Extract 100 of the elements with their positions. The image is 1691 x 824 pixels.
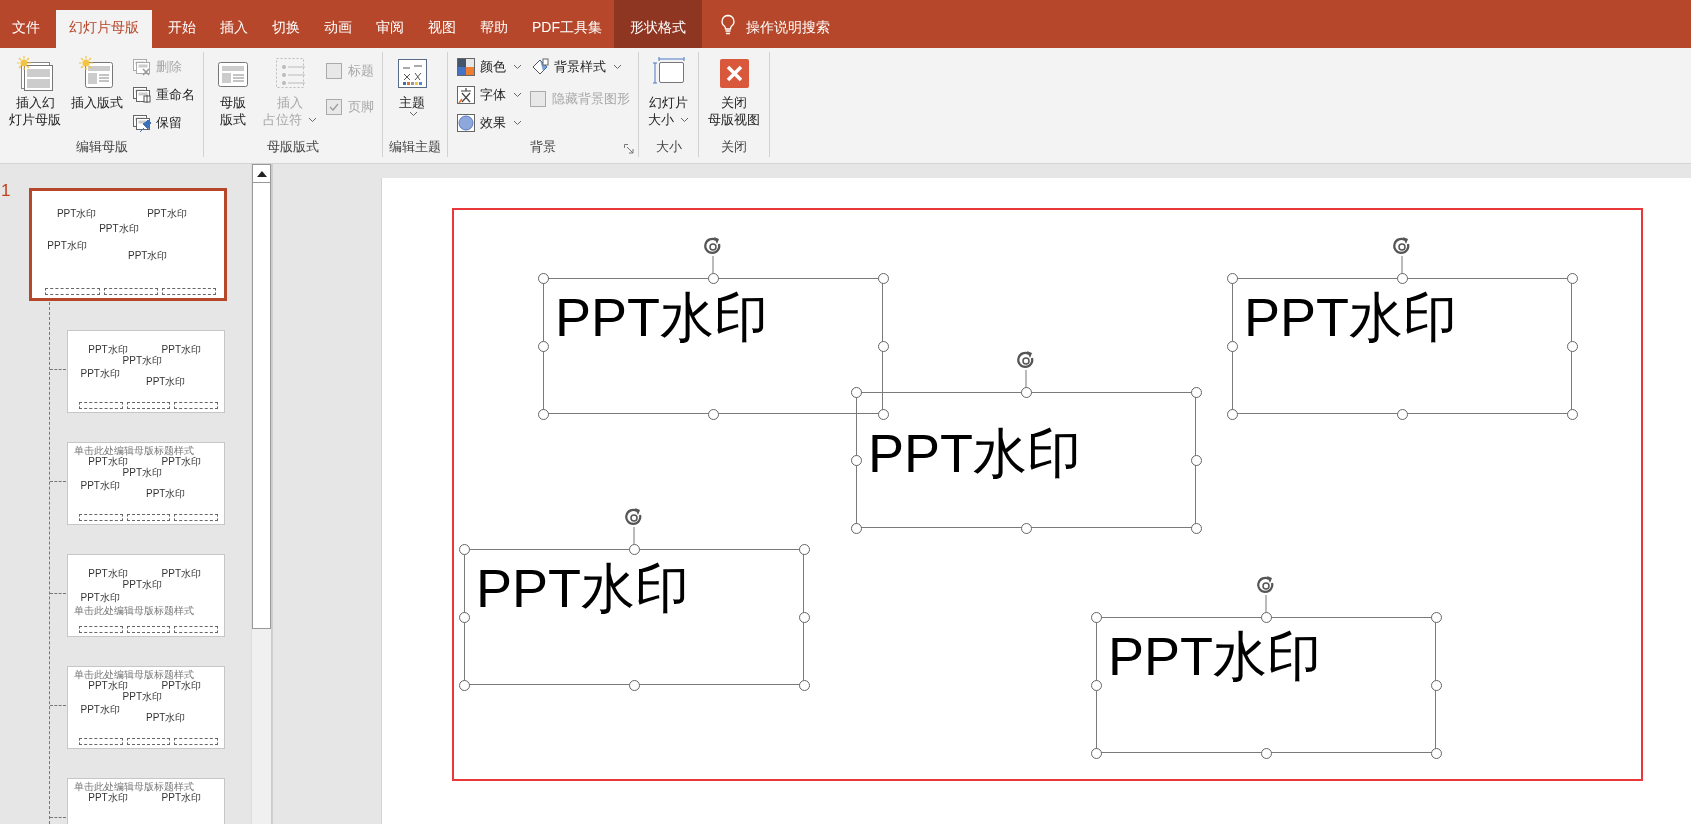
resize-handle[interactable] <box>459 612 470 623</box>
ribbon-tab[interactable]: 插入 <box>208 10 260 48</box>
resize-handle[interactable] <box>1191 523 1202 534</box>
ribbon-button[interactable]: 重命名 <box>130 82 197 108</box>
slide-thumbnail[interactable]: 单击此处编辑母版标题样式 PPT水印 PPT水印 PPT水印 PPT水印 PPT水印 <box>67 666 225 749</box>
resize-handle[interactable] <box>1567 273 1578 284</box>
resize-handle[interactable] <box>538 273 549 284</box>
resize-handle[interactable] <box>1567 409 1578 420</box>
footer-placeholder <box>126 738 171 745</box>
ribbon-tab[interactable]: 审阅 <box>364 10 416 48</box>
dialog-launcher-icon[interactable] <box>624 144 634 154</box>
resize-handle[interactable] <box>799 544 810 555</box>
thumbnail-watermark: PPT水印 <box>88 567 128 579</box>
slide-thumbnail[interactable]: PPT水印 PPT水印 PPT水印 PPT水印 PPT水印 <box>67 330 225 413</box>
resize-handle[interactable] <box>1021 523 1032 534</box>
resize-handle[interactable] <box>1261 748 1272 759</box>
text-box[interactable]: PPT水印 <box>1096 617 1436 753</box>
resize-handle[interactable] <box>1091 680 1102 691</box>
resize-handle[interactable] <box>1191 455 1202 466</box>
slide-thumbnail[interactable]: 单击此处编辑母版标题样式 PPT水印 PPT水印 PPT水印 PPT水印 PPT水印 <box>67 442 225 525</box>
ribbon-button[interactable]: 效果 <box>454 110 524 136</box>
resize-handle[interactable] <box>1431 748 1442 759</box>
thumbnail-watermark: PPT水印 <box>161 343 202 355</box>
thumbnail-watermark: PPT水印 <box>146 711 186 723</box>
ribbon-tab[interactable]: 幻灯片母版 <box>56 10 152 48</box>
footer-placeholder <box>78 402 123 409</box>
footer-placeholder <box>78 514 123 521</box>
resize-handle[interactable] <box>1091 748 1102 759</box>
thumbnail-watermark: PPT水印 <box>122 691 163 703</box>
resize-handle[interactable] <box>708 273 719 284</box>
text-box[interactable]: PPT水印 <box>856 392 1196 528</box>
thumbnail-watermark: PPT水印 <box>80 368 120 380</box>
thumbnail-title: 单击此处编辑母版标题样式 <box>74 605 195 617</box>
ribbon-button[interactable]: 插入版式 <box>68 52 126 137</box>
ribbon-tab[interactable]: 切换 <box>260 10 312 48</box>
resize-handle[interactable] <box>1091 612 1102 623</box>
text-box[interactable]: PPT水印 <box>543 278 883 414</box>
ribbon-button[interactable]: 主题 <box>389 52 435 137</box>
resize-handle[interactable] <box>851 523 862 534</box>
thumbnail-watermark: PPT水印 <box>161 679 202 691</box>
text-box[interactable]: PPT水印 <box>464 549 804 685</box>
ribbon-button[interactable]: 颜色 <box>454 54 524 80</box>
resize-handle[interactable] <box>878 341 889 352</box>
slide-thumbnail[interactable]: PPT水印 PPT水印 PPT水印 PPT水印 PPT水印 <box>29 188 227 301</box>
footer-placeholder <box>126 402 171 409</box>
ribbon-button[interactable]: 关闭 母版视图 <box>705 52 763 137</box>
resize-handle[interactable] <box>1227 341 1238 352</box>
lightbulb-icon <box>720 14 736 36</box>
resize-handle[interactable] <box>538 341 549 352</box>
ribbon-tab[interactable]: 形状格式 <box>614 0 702 48</box>
resize-handle[interactable] <box>1567 341 1578 352</box>
tell-me-search[interactable]: 操作说明搜索 <box>746 10 830 48</box>
slide-thumbnail[interactable]: PPT水印 PPT水印 PPT水印 PPT水印 单击此处编辑母版标题样式 <box>67 554 225 637</box>
ribbon-tab[interactable]: 文件 <box>0 10 52 48</box>
thumbnail-watermark: PPT水印 <box>88 679 128 691</box>
resize-handle[interactable] <box>459 544 470 555</box>
ribbon-tab[interactable]: PDF工具集 <box>520 10 614 48</box>
ribbon-button[interactable]: 背景样式 <box>528 54 632 80</box>
resize-handle[interactable] <box>851 455 862 466</box>
resize-handle[interactable] <box>1227 273 1238 284</box>
resize-handle[interactable] <box>1261 612 1272 623</box>
resize-handle[interactable] <box>799 680 810 691</box>
scroll-thumb[interactable] <box>252 183 271 629</box>
text-box[interactable]: PPT水印 <box>1232 278 1572 414</box>
footer-placeholder <box>162 288 217 295</box>
resize-handle[interactable] <box>629 544 640 555</box>
scrollbar[interactable] <box>251 164 272 824</box>
slide-number: 1 <box>0 181 12 201</box>
resize-handle[interactable] <box>1021 387 1032 398</box>
ribbon-button[interactable]: 保留 <box>130 110 197 136</box>
footer-placeholder <box>174 738 218 745</box>
ribbon-button[interactable]: 母版 版式 <box>210 52 256 137</box>
ribbon-tab[interactable]: 动画 <box>312 10 364 48</box>
resize-handle[interactable] <box>459 680 470 691</box>
ribbon-tab[interactable]: 帮助 <box>468 10 520 48</box>
ribbon-tab[interactable]: 开始 <box>156 10 208 48</box>
resize-handle[interactable] <box>1431 612 1442 623</box>
resize-handle[interactable] <box>878 409 889 420</box>
resize-handle[interactable] <box>799 612 810 623</box>
resize-handle[interactable] <box>851 387 862 398</box>
thumbnail-watermark: PPT水印 <box>122 467 163 479</box>
thumbnail-watermark: PPT水印 <box>161 567 202 579</box>
resize-handle[interactable] <box>1397 273 1408 284</box>
watermark-text: PPT水印 <box>555 286 769 348</box>
resize-handle[interactable] <box>1397 409 1408 420</box>
resize-handle[interactable] <box>1227 409 1238 420</box>
resize-handle[interactable] <box>878 273 889 284</box>
slide-thumbnail[interactable]: 单击此处编辑母版标题样式 PPT水印 PPT水印 <box>67 778 225 824</box>
ribbon-button[interactable]: 插入幻 灯片母版 <box>6 52 64 137</box>
ribbon-tab[interactable]: 视图 <box>416 10 468 48</box>
ribbon-button[interactable]: 幻灯片 大小 <box>645 52 692 137</box>
resize-handle[interactable] <box>1431 680 1442 691</box>
resize-handle[interactable] <box>708 409 719 420</box>
group-label: 编辑母版 <box>75 138 128 156</box>
resize-handle[interactable] <box>629 680 640 691</box>
scroll-up-button[interactable] <box>252 164 271 183</box>
resize-handle[interactable] <box>538 409 549 420</box>
resize-handle[interactable] <box>1191 387 1202 398</box>
watermark-text: PPT水印 <box>1108 625 1322 687</box>
ribbon-button[interactable]: 字体 <box>454 82 524 108</box>
